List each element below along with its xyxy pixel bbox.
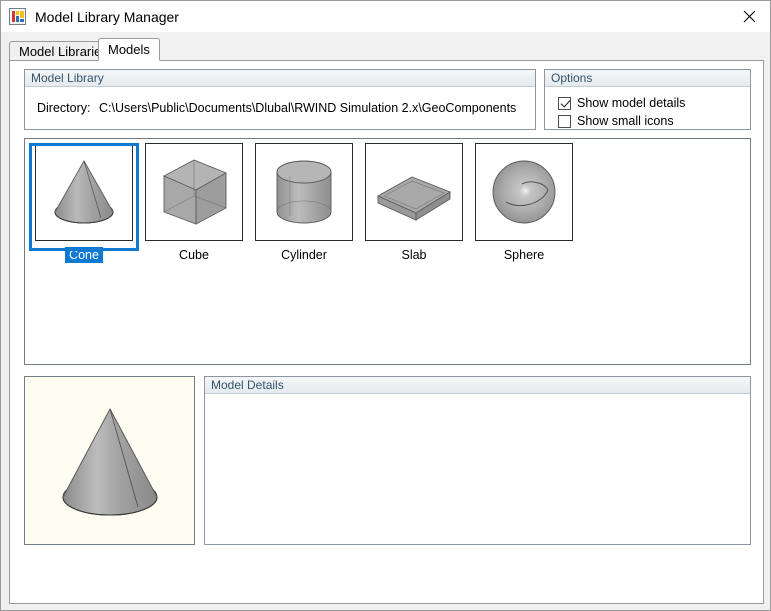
- checkbox-show-model-details-label: Show model details: [577, 96, 686, 110]
- tab-strip: Model Libraries Models: [9, 38, 764, 61]
- directory-row: Directory: C:\Users\Public\Documents\Dlu…: [37, 101, 516, 115]
- model-library-group: Model Library Directory: C:\Users\Public…: [24, 69, 536, 130]
- model-item-cube-label: Cube: [179, 248, 209, 262]
- cylinder-icon: [276, 160, 332, 224]
- sphere-icon: [492, 160, 556, 224]
- slab-icon: [376, 176, 452, 221]
- cube-icon: [162, 159, 228, 225]
- model-item-cone[interactable]: Cone: [29, 143, 139, 263]
- model-thumb-box-cone: [35, 143, 133, 241]
- model-item-cone-label: Cone: [65, 247, 103, 263]
- model-item-slab-label: Slab: [401, 248, 427, 262]
- model-item-sphere-label: Sphere: [503, 248, 545, 262]
- tab-models-label: Models: [108, 42, 150, 57]
- options-group-header: Options: [545, 70, 750, 87]
- model-thumbnail-panel[interactable]: Cone Cube Cylinder Slab Sphere: [24, 138, 751, 365]
- model-library-group-header: Model Library: [25, 70, 535, 87]
- model-thumb-box-cube: [145, 143, 243, 241]
- model-preview-panel[interactable]: [24, 376, 195, 545]
- model-thumb-box-cylinder: [255, 143, 353, 241]
- tab-model-libraries-label: Model Libraries: [19, 43, 108, 59]
- directory-value: C:\Users\Public\Documents\Dlubal\RWIND S…: [99, 101, 517, 115]
- model-item-cylinder[interactable]: Cylinder: [249, 143, 359, 263]
- window-title: Model Library Manager: [35, 8, 179, 25]
- model-item-slab[interactable]: Slab: [359, 143, 469, 263]
- model-library-group-body: Directory: C:\Users\Public\Documents\Dlu…: [25, 87, 535, 128]
- model-thumb-box-sphere: [475, 143, 573, 241]
- checkbox-show-small-icons-label: Show small icons: [577, 114, 674, 128]
- model-item-sphere[interactable]: Sphere: [469, 143, 579, 263]
- model-details-group-header: Model Details: [205, 377, 750, 394]
- title-bar: Model Library Manager: [1, 1, 770, 32]
- cone-preview-icon: [62, 407, 158, 516]
- model-thumbnail-grid: Cone Cube Cylinder Slab Sphere: [29, 143, 579, 263]
- model-details-group: Model Details: [204, 376, 751, 545]
- checkbox-checked-icon: [558, 96, 571, 110]
- model-thumb-box-slab: [365, 143, 463, 241]
- close-button[interactable]: [726, 1, 770, 31]
- close-icon: [743, 10, 755, 22]
- model-item-cylinder-label: Cylinder: [281, 248, 327, 262]
- model-library-icon: [9, 8, 26, 25]
- checkbox-show-model-details[interactable]: Show model details: [558, 96, 685, 110]
- directory-label: Directory:: [37, 101, 91, 115]
- model-details-content[interactable]: [205, 394, 750, 543]
- checkbox-unchecked-icon: [558, 114, 571, 128]
- model-item-cube[interactable]: Cube: [139, 143, 249, 263]
- options-group: Options Show model details Show small ic…: [544, 69, 751, 130]
- tab-models[interactable]: Models: [98, 38, 160, 61]
- checkbox-show-small-icons[interactable]: Show small icons: [558, 114, 674, 128]
- model-library-manager-window: Model Library Manager Model Libraries Mo…: [0, 0, 771, 611]
- options-group-body: Show model details Show small icons: [545, 87, 750, 128]
- cone-icon: [54, 160, 114, 224]
- client-area: Model Library Directory: C:\Users\Public…: [9, 60, 764, 604]
